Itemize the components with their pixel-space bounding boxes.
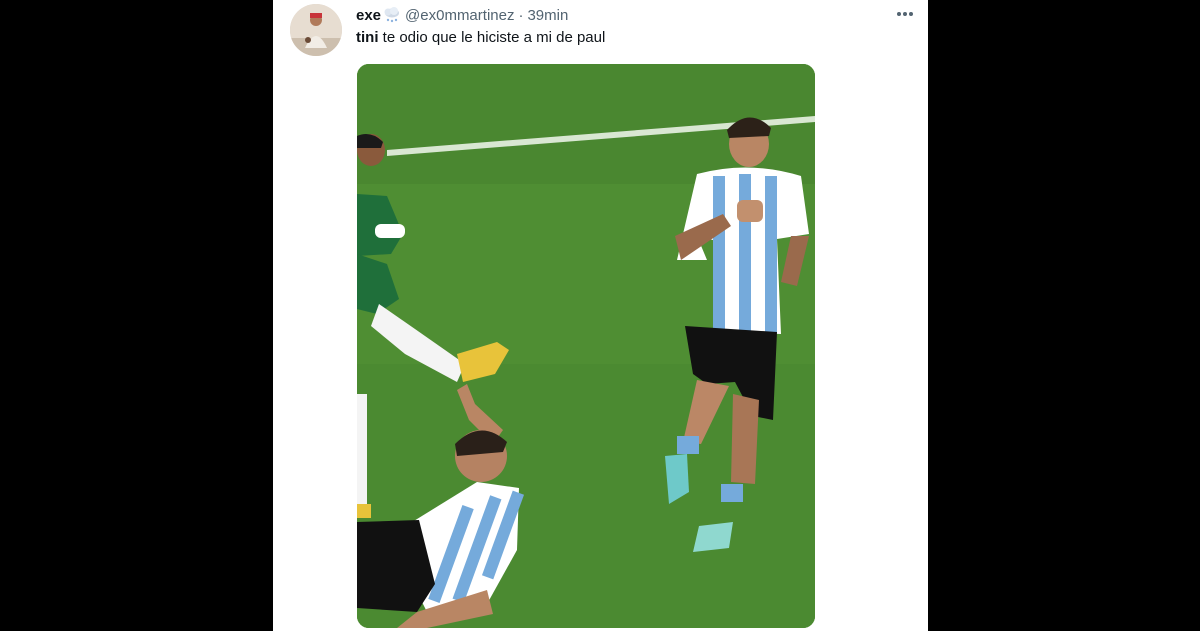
- tweet-text-body: te odio que le hiciste a mi de paul: [378, 29, 606, 46]
- tweet-card[interactable]: exe @ex0mmartinez · 39min tini te odio q…: [273, 0, 928, 631]
- tweet-text-tag: tini: [356, 29, 379, 46]
- more-horizontal-icon[interactable]: [894, 5, 916, 23]
- cloud-snow-emoji-icon: [383, 7, 401, 23]
- tweet-text: tini te odio que le hiciste a mi de paul: [356, 29, 605, 46]
- avatar[interactable]: [290, 4, 342, 56]
- separator-dot: ·: [518, 6, 524, 24]
- handle[interactable]: @ex0mmartinez: [405, 7, 514, 24]
- timestamp[interactable]: 39min: [527, 7, 568, 24]
- display-name[interactable]: exe: [356, 7, 381, 24]
- tweet-media-photo[interactable]: [357, 64, 815, 628]
- tweet-header: exe @ex0mmartinez · 39min: [356, 5, 568, 25]
